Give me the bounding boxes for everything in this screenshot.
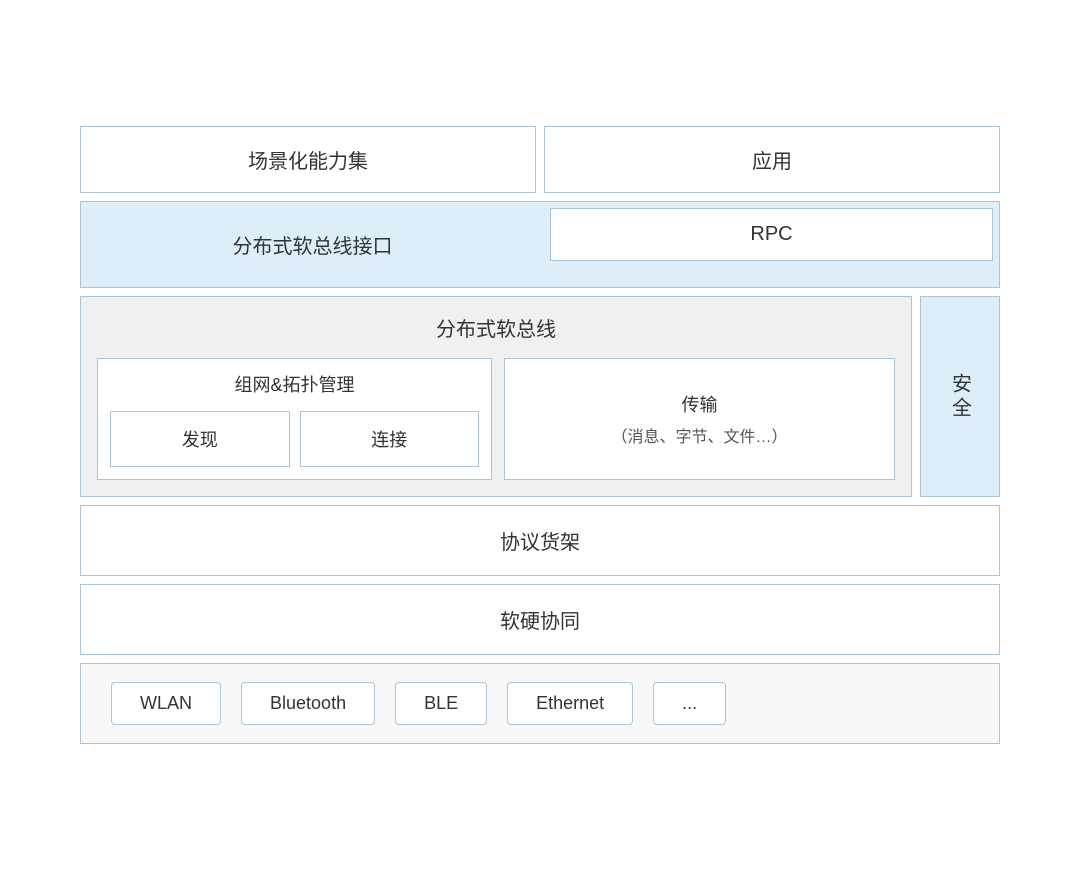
softbus-title: 分布式软总线: [97, 313, 895, 346]
softbus-inner: 组网&拓扑管理 发现 连接 传输 （消息、字节、文件…）: [97, 358, 895, 480]
hardware-row: WLAN Bluetooth BLE Ethernet ...: [80, 663, 1000, 744]
interface-label: 分布式软总线接口: [81, 202, 544, 287]
security-box: 安全: [920, 296, 1000, 497]
interface-right: RPC: [544, 202, 999, 287]
chip-ble: BLE: [395, 682, 487, 725]
discover-label: 发现: [182, 430, 218, 450]
rpc-box: RPC: [550, 208, 993, 261]
security-label: 安全: [946, 373, 975, 421]
diagram: 场景化能力集 应用 分布式软总线接口 RPC 分布式软总线 组网&拓扑管理: [80, 126, 1000, 744]
transport-subtitle: （消息、字节、文件…）: [611, 423, 787, 447]
chip-wlan: WLAN: [111, 682, 221, 725]
row-main: 分布式软总线 组网&拓扑管理 发现 连接 传输: [80, 296, 1000, 497]
connect-label: 连接: [371, 430, 407, 450]
transport-box: 传输 （消息、字节、文件…）: [504, 358, 895, 480]
rpc-label: RPC: [750, 223, 792, 245]
protocol-row: 协议货架: [80, 505, 1000, 576]
chip-more: ...: [653, 682, 726, 725]
scene-label: 场景化能力集: [248, 151, 368, 173]
transport-title: 传输: [682, 391, 718, 417]
connect-box: 连接: [300, 411, 480, 467]
app-box: 应用: [544, 126, 1000, 193]
chip-bluetooth: Bluetooth: [241, 682, 375, 725]
row-interface: 分布式软总线接口 RPC: [80, 201, 1000, 288]
hw-label: 软硬协同: [500, 611, 580, 633]
network-box: 组网&拓扑管理 发现 连接: [97, 358, 492, 480]
chip-ethernet: Ethernet: [507, 682, 633, 725]
network-sub: 发现 连接: [110, 411, 479, 467]
scene-box: 场景化能力集: [80, 126, 536, 193]
discover-box: 发现: [110, 411, 290, 467]
softbus-outer: 分布式软总线 组网&拓扑管理 发现 连接 传输: [80, 296, 912, 497]
row-top: 场景化能力集 应用: [80, 126, 1000, 193]
protocol-label: 协议货架: [500, 532, 580, 554]
hw-row: 软硬协同: [80, 584, 1000, 655]
network-title: 组网&拓扑管理: [110, 371, 479, 401]
app-label: 应用: [752, 151, 792, 173]
